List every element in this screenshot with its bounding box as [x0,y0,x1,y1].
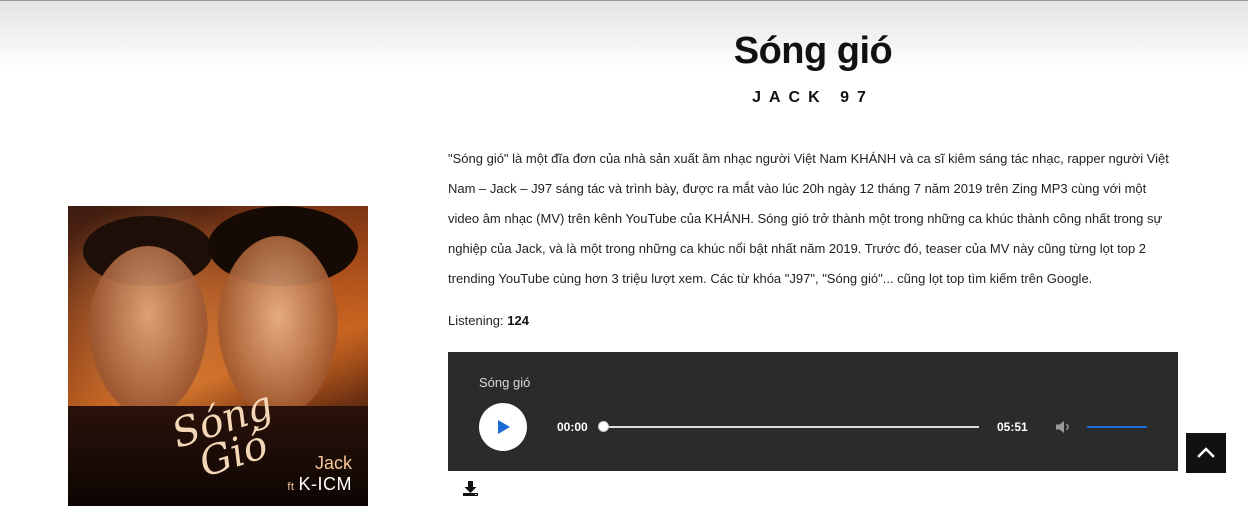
album-cover: Sóng Gió Jack ft K-ICM [68,206,368,506]
volume-fill [1087,426,1147,428]
progress-bar[interactable] [603,426,979,428]
progress-handle[interactable] [598,421,609,432]
current-time: 00:00 [557,420,588,434]
cover-art-face-right [218,236,338,416]
listening-count: Listening: 124 [448,313,529,328]
listening-label: Listening: [448,313,504,328]
song-description: "Sóng gió" là một đĩa đơn của nhà sản xu… [448,151,1169,286]
volume-slider[interactable] [1087,426,1147,428]
cover-art-face-left [88,246,208,416]
song-artist: JACK 97 [752,89,874,106]
chevron-up-icon [1197,447,1215,458]
download-icon[interactable] [462,480,479,497]
back-to-top-button[interactable] [1186,433,1226,473]
cover-artist: Jack [314,453,352,473]
song-title: Sóng gió [733,30,893,72]
cover-feat: ft K-ICM [287,474,352,495]
duration: 05:51 [997,420,1028,434]
player-track-title: Sóng gió [479,375,531,390]
play-icon [498,420,510,434]
cover-feat-artist: K-ICM [298,474,352,494]
audio-player: Sóng gió 00:00 05:51 [448,352,1178,471]
volume-icon[interactable] [1054,418,1072,436]
listening-value: 124 [507,313,529,328]
play-button[interactable] [479,403,527,451]
cover-feat-prefix: ft [287,481,295,493]
